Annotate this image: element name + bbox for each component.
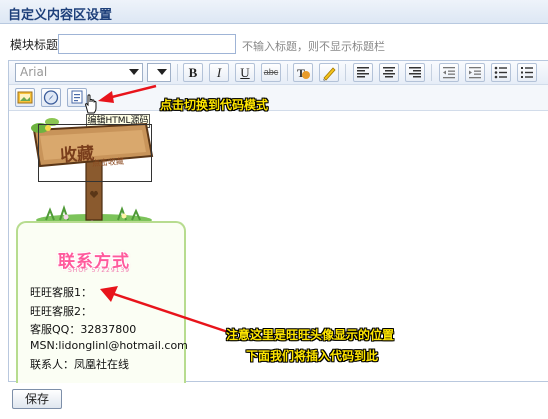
- contact-person: 联系人：凤凰社在线: [30, 358, 129, 371]
- wangwang-service-2: 旺旺客服2：: [30, 305, 92, 318]
- highlighter-icon: [323, 67, 336, 81]
- align-right-button[interactable]: [405, 63, 425, 82]
- arrow-icon: [98, 84, 157, 103]
- indent-button[interactable]: [465, 63, 485, 82]
- switch-mode-callout: 点击切换到代码模式: [160, 98, 269, 112]
- text-color-button[interactable]: T: [293, 63, 313, 82]
- align-left-icon: [357, 67, 369, 78]
- compass-icon: [43, 90, 59, 105]
- toolbar-divider: [287, 64, 288, 81]
- arrow-icon: [100, 286, 235, 336]
- font-size-select[interactable]: [147, 63, 171, 82]
- highlight-button[interactable]: [319, 63, 339, 82]
- indent-icon: [469, 67, 481, 79]
- image-icon: [17, 91, 33, 104]
- module-title-hint: 不输入标题，则不显示标题栏: [242, 40, 385, 53]
- text-color-icon: T: [297, 66, 310, 80]
- outdent-button[interactable]: [439, 63, 459, 82]
- image-selection-frame: [38, 124, 152, 182]
- numbered-list-button[interactable]: [517, 63, 537, 82]
- insert-link-button[interactable]: [41, 88, 61, 107]
- italic-button[interactable]: I: [209, 63, 229, 82]
- chevron-down-icon: [129, 69, 139, 75]
- toolbar-divider: [431, 64, 432, 81]
- toolbar-divider: [177, 64, 178, 81]
- outdent-icon: [443, 67, 455, 79]
- font-family-value: Arial: [20, 65, 48, 79]
- chevron-down-icon: [157, 69, 167, 75]
- dialog-title: 自定义内容区设置: [8, 8, 113, 23]
- bullet-list-button[interactable]: [491, 63, 511, 82]
- contact-shop-id: SHOP 57229139: [68, 267, 131, 274]
- align-left-button[interactable]: [353, 63, 373, 82]
- toolbar-divider: [345, 64, 346, 81]
- font-family-select[interactable]: Arial: [15, 63, 143, 82]
- format-toolbar: Arial B I U abc T: [9, 61, 548, 85]
- bold-button[interactable]: B: [183, 63, 203, 82]
- align-center-icon: [383, 67, 395, 78]
- dialog-titlebar: 自定义内容区设置: [0, 0, 548, 24]
- wangwang-note-line2: 下面我们将插入代码到此: [246, 349, 379, 363]
- module-title-label: 模块标题: [10, 38, 59, 52]
- align-right-icon: [409, 67, 421, 78]
- insert-image-button[interactable]: [15, 88, 35, 107]
- module-title-input[interactable]: [58, 34, 236, 54]
- wangwang-service-1: 旺旺客服1：: [30, 286, 92, 299]
- numbered-list-icon: [521, 67, 533, 78]
- bullet-list-icon: [494, 66, 507, 79]
- strikethrough-button[interactable]: abc: [261, 63, 281, 82]
- align-center-button[interactable]: [379, 63, 399, 82]
- save-button[interactable]: 保存: [12, 389, 62, 409]
- wangwang-note-line1: 注意这里是旺旺头像显示的位置: [226, 328, 395, 342]
- underline-button[interactable]: U: [235, 63, 255, 82]
